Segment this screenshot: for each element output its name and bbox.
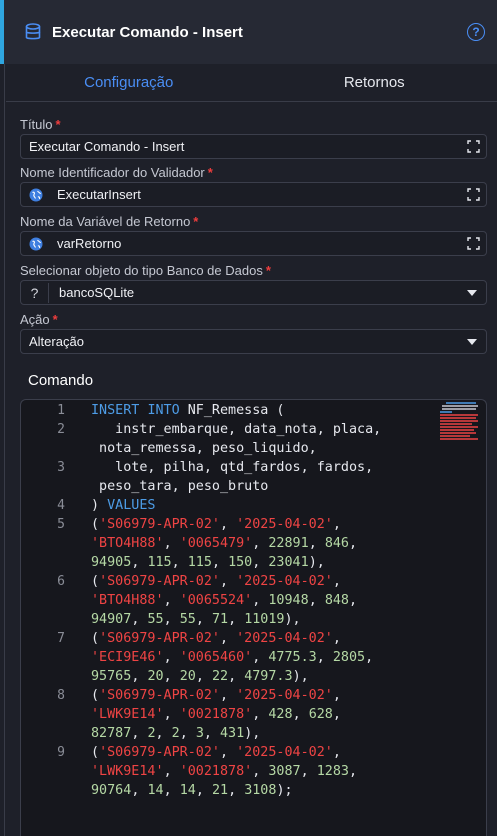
banco-select[interactable]: ? bancoSQLite xyxy=(20,280,487,305)
expand-icon[interactable] xyxy=(467,188,480,201)
minimap-line xyxy=(440,423,472,425)
code-line: 3 lote, pilha, qtd_fardos, fardos, peso_… xyxy=(21,458,381,496)
code-line: 6 ('S06979-APR-02', '2025-04-02', 'BTO4H8… xyxy=(21,572,381,629)
titulo-value: Executar Comando - Insert xyxy=(29,139,185,154)
database-icon xyxy=(25,23,41,40)
expand-icon[interactable] xyxy=(467,237,480,250)
titulo-field[interactable]: Executar Comando - Insert xyxy=(20,134,487,159)
minimap-line xyxy=(442,408,476,410)
required-mark: * xyxy=(207,165,213,180)
acao-label-text: Ação xyxy=(20,312,50,327)
code-line: 2 instr_embarque, data_nota, placa, nota… xyxy=(21,420,381,458)
line-number: 1 xyxy=(57,403,65,418)
required-mark: * xyxy=(265,263,271,278)
titulo-label-text: Título xyxy=(20,117,53,132)
required-mark: * xyxy=(52,312,58,327)
chevron-down-icon[interactable] xyxy=(467,290,477,296)
code-line: 1 INSERT INTO NF_Remessa ( xyxy=(21,401,381,420)
code-lines: 1 INSERT INTO NF_Remessa ( 2 instr_embarqu… xyxy=(21,401,381,800)
acao-select[interactable]: Alteração xyxy=(20,329,487,354)
code-text: ) VALUES xyxy=(91,498,156,513)
question-icon: ? xyxy=(21,282,49,303)
line-number: 4 xyxy=(57,498,65,513)
tab-bar: Configuração Retornos xyxy=(6,64,497,102)
variavel-label-text: Nome da Variável de Retorno xyxy=(20,214,191,229)
minimap-line xyxy=(440,414,478,416)
minimap-line xyxy=(440,438,478,440)
code-line: 9 ('S06979-APR-02', '2025-04-02', 'LWK9E1… xyxy=(21,743,381,800)
banco-label-text: Selecionar objeto do tipo Banco de Dados xyxy=(20,263,263,278)
line-number: 6 xyxy=(57,574,65,589)
identificador-field[interactable]: ExecutarInsert xyxy=(20,182,487,207)
tab-retornos[interactable]: Retornos xyxy=(252,64,497,101)
code-line: 7 ('S06979-APR-02', '2025-04-02', 'ECI9E4… xyxy=(21,629,381,686)
minimap-line xyxy=(440,426,478,428)
banco-value: bancoSQLite xyxy=(59,285,135,300)
minimap-line xyxy=(440,411,452,413)
code-text: INSERT INTO NF_Remessa ( xyxy=(91,403,285,418)
expand-icon[interactable] xyxy=(467,140,480,153)
code-line: 5 ('S06979-APR-02', '2025-04-02', 'BTO4H8… xyxy=(21,515,381,572)
code-text: ('S06979-APR-02', '2025-04-02', 'LWK9E14… xyxy=(91,745,358,798)
variavel-field[interactable]: varRetorno xyxy=(20,231,487,256)
required-mark: * xyxy=(55,117,61,132)
code-text: ('S06979-APR-02', '2025-04-02', 'LWK9E14… xyxy=(91,688,341,741)
code-line: 8 ('S06979-APR-02', '2025-04-02', 'LWK9E1… xyxy=(21,686,381,743)
minimap-line xyxy=(440,420,478,422)
panel-divider xyxy=(4,64,5,836)
identificador-value: ExecutarInsert xyxy=(57,187,141,202)
variavel-value: varRetorno xyxy=(57,236,122,251)
editor-minimap[interactable] xyxy=(438,402,482,444)
line-number: 2 xyxy=(57,422,65,437)
acao-value: Alteração xyxy=(29,334,84,349)
acao-label: Ação * xyxy=(20,312,58,327)
help-circle-icon[interactable]: ? xyxy=(467,23,485,41)
comando-label: Comando xyxy=(28,372,94,389)
identificador-label: Nome Identificador do Validador * xyxy=(20,165,213,180)
globe-icon xyxy=(29,237,43,250)
tab-configuracao[interactable]: Configuração xyxy=(6,64,252,101)
chevron-down-icon[interactable] xyxy=(467,339,477,345)
banco-label: Selecionar objeto do tipo Banco de Dados… xyxy=(20,263,271,278)
line-number: 5 xyxy=(57,517,65,532)
code-text: ('S06979-APR-02', '2025-04-02', 'BTO4H88… xyxy=(91,517,358,570)
panel-header: Executar Comando - Insert ? xyxy=(0,0,497,64)
minimap-line xyxy=(440,429,474,431)
globe-icon xyxy=(29,188,43,201)
code-text: ('S06979-APR-02', '2025-04-02', 'ECI9E46… xyxy=(91,631,374,684)
line-number: 9 xyxy=(57,745,65,760)
code-text: ('S06979-APR-02', '2025-04-02', 'BTO4H88… xyxy=(91,574,358,627)
line-number: 8 xyxy=(57,688,65,703)
line-number: 3 xyxy=(57,460,65,475)
identificador-label-text: Nome Identificador do Validador xyxy=(20,165,205,180)
code-text: instr_embarque, data_nota, placa, nota_r… xyxy=(99,422,382,456)
code-editor[interactable]: 1 INSERT INTO NF_Remessa ( 2 instr_embarqu… xyxy=(20,399,487,836)
minimap-line xyxy=(446,402,476,404)
required-mark: * xyxy=(193,214,199,229)
minimap-line xyxy=(442,405,478,407)
variavel-label: Nome da Variável de Retorno * xyxy=(20,214,198,229)
minimap-line xyxy=(440,432,476,434)
minimap-line xyxy=(440,417,476,419)
code-line: 4 ) VALUES xyxy=(21,496,381,515)
titulo-label: Título * xyxy=(20,117,61,132)
panel-title: Executar Comando - Insert xyxy=(52,23,243,41)
code-text: lote, pilha, qtd_fardos, fardos, peso_ta… xyxy=(99,460,374,494)
minimap-line xyxy=(440,435,470,437)
line-number: 7 xyxy=(57,631,65,646)
